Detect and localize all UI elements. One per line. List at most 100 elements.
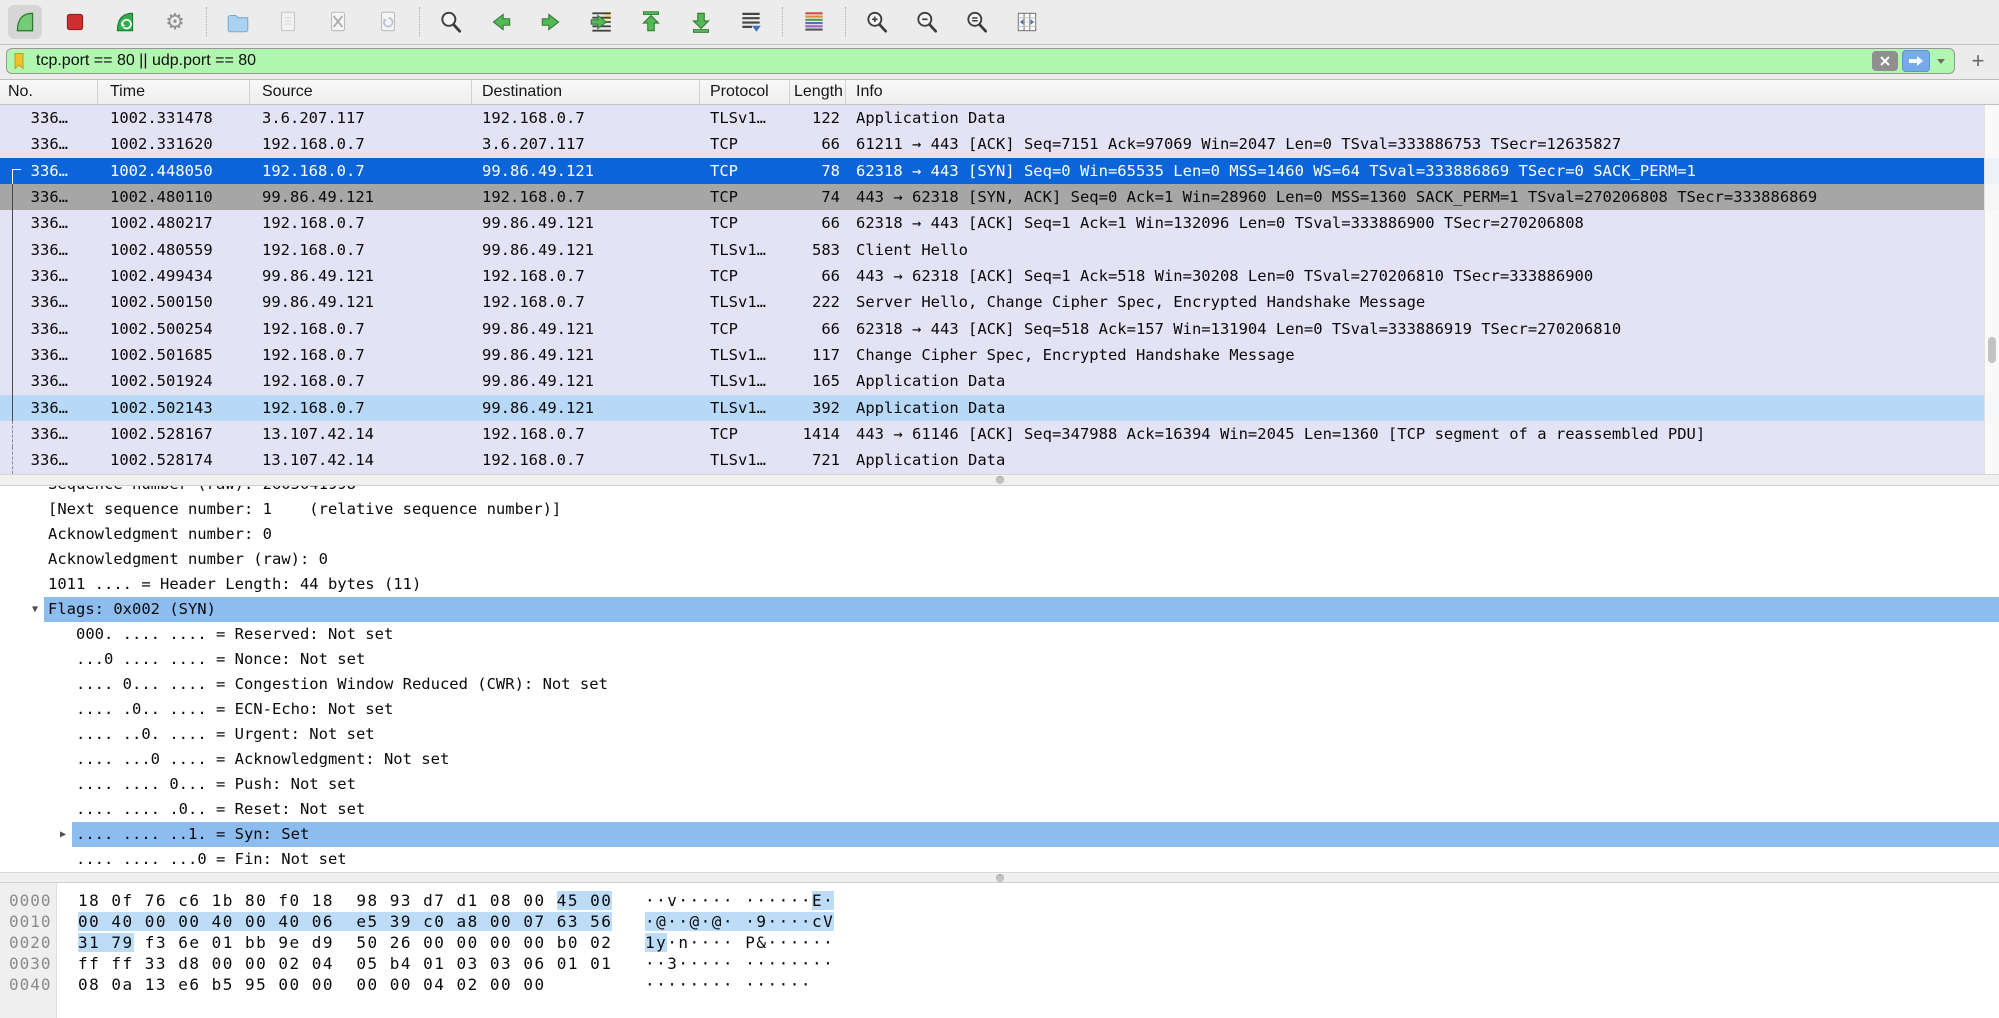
column-header-protocol[interactable]: Protocol	[700, 80, 790, 104]
packet-row[interactable]: 336…1002.480217192.168.0.799.86.49.121TC…	[0, 210, 1999, 236]
bookmark-icon[interactable]	[10, 51, 30, 71]
indent	[0, 622, 54, 647]
hex-row[interactable]: 000018 0f 76 c6 1b 80 f0 18 98 93 d7 d1 …	[0, 890, 1999, 911]
display-filter-input[interactable]	[30, 52, 1868, 70]
capture-options-button[interactable]: ⚙	[158, 5, 192, 39]
open-file-button[interactable]	[221, 5, 255, 39]
colorize-packets-button[interactable]	[797, 5, 831, 39]
packet-list-scrollbar[interactable]	[1984, 105, 1999, 474]
display-filter-bar: +	[0, 45, 1999, 80]
go-last-button[interactable]	[684, 5, 718, 39]
zoom-out-button[interactable]	[910, 5, 944, 39]
detail-text: Acknowledgment number: 0	[44, 522, 1999, 547]
detail-row[interactable]: .... .... .0.. = Reset: Not set	[0, 797, 1999, 822]
packet-cell-source: 192.168.0.7	[250, 210, 472, 236]
hex-row[interactable]: 0030ff ff 33 d8 00 00 02 04 05 b4 01 03 …	[0, 953, 1999, 974]
packet-row[interactable]: 336…1002.331620192.168.0.73.6.207.117TCP…	[0, 131, 1999, 157]
detail-row[interactable]: ▼Flags: 0x002 (SYN)	[0, 597, 1999, 622]
scrollbar-thumb[interactable]	[1988, 337, 1996, 363]
detail-row[interactable]: [Next sequence number: 1 (relative seque…	[0, 497, 1999, 522]
packet-row[interactable]: 336…1002.48011099.86.49.121192.168.0.7TC…	[0, 184, 1999, 210]
detail-row[interactable]: .... .... 0... = Push: Not set	[0, 772, 1999, 797]
conversation-rail	[12, 368, 21, 394]
hex-row[interactable]: 004008 0a 13 e6 b5 95 00 00 00 00 04 02 …	[0, 974, 1999, 995]
packet-row[interactable]: 336…1002.480559192.168.0.799.86.49.121TL…	[0, 237, 1999, 263]
hex-bytes: 00 40 00 00 40 00 40 06 e5 39 c0 a8 00 0…	[78, 911, 612, 932]
column-header-destination[interactable]: Destination	[472, 80, 700, 104]
expander-closed-icon[interactable]: ▶	[54, 822, 72, 847]
packet-row[interactable]: 336…1002.52817413.107.42.14192.168.0.7TL…	[0, 447, 1999, 473]
splitter-list-details[interactable]	[0, 474, 1999, 486]
detail-row[interactable]: .... ...0 .... = Acknowledgment: Not set	[0, 747, 1999, 772]
packet-row[interactable]: 336…1002.501685192.168.0.799.86.49.121TL…	[0, 342, 1999, 368]
dropdown-icon[interactable]	[1932, 51, 1950, 71]
detail-row[interactable]: ...0 .... .... = Nonce: Not set	[0, 647, 1999, 672]
toolbar-group	[797, 5, 831, 39]
apply-filter-icon[interactable]	[1902, 50, 1930, 72]
detail-row[interactable]: Sequence number (raw): 2605041998	[0, 486, 1999, 497]
zoom-100-button[interactable]	[960, 5, 994, 39]
packet-cell-length: 66	[790, 263, 846, 289]
packet-row[interactable]: 336…1002.502143192.168.0.799.86.49.121TL…	[0, 395, 1999, 421]
splitter-dimple	[996, 874, 1004, 882]
detail-text: 000. .... .... = Reserved: Not set	[72, 622, 1999, 647]
column-header-time[interactable]: Time	[98, 80, 250, 104]
display-filter-field[interactable]	[6, 48, 1955, 74]
packet-cell-destination: 99.86.49.121	[472, 395, 700, 421]
hex-row[interactable]: 002031 79 f3 6e 01 bb 9e d9 50 26 00 00 …	[0, 932, 1999, 953]
auto-scroll-button[interactable]	[734, 5, 768, 39]
clear-filter-icon[interactable]	[1872, 51, 1898, 71]
go-to-packet-button[interactable]	[584, 5, 618, 39]
detail-row[interactable]: .... .0.. .... = ECN-Echo: Not set	[0, 697, 1999, 722]
reload-file-button[interactable]	[371, 5, 405, 39]
splitter-details-bytes[interactable]	[0, 872, 1999, 883]
detail-row[interactable]: .... .... ...0 = Fin: Not set	[0, 847, 1999, 872]
detail-row[interactable]: ▶.... .... ..1. = Syn: Set	[0, 822, 1999, 847]
stop-capture-button[interactable]	[58, 5, 92, 39]
expander-open-icon[interactable]: ▼	[26, 597, 44, 622]
packet-row[interactable]: 336…1002.50015099.86.49.121192.168.0.7TL…	[0, 289, 1999, 315]
close-file-button[interactable]	[321, 5, 355, 39]
packet-row[interactable]: 336…1002.501924192.168.0.799.86.49.121TL…	[0, 368, 1999, 394]
packet-cell-destination: 99.86.49.121	[472, 158, 700, 184]
packet-cell-length: 66	[790, 131, 846, 157]
resize-columns-button[interactable]	[1010, 5, 1044, 39]
column-header-info[interactable]: Info	[846, 80, 1999, 104]
packet-cell-protocol: TCP	[700, 421, 790, 447]
find-packet-button[interactable]	[434, 5, 468, 39]
hex-row[interactable]: 001000 40 00 00 40 00 40 06 e5 39 c0 a8 …	[0, 911, 1999, 932]
go-back-button[interactable]	[484, 5, 518, 39]
column-header-source[interactable]: Source	[250, 80, 472, 104]
start-capture-button[interactable]	[8, 5, 42, 39]
save-file-button[interactable]	[271, 5, 305, 39]
restart-capture-button[interactable]	[108, 5, 142, 39]
zoom-in-button[interactable]	[860, 5, 894, 39]
packet-row[interactable]: 336…1002.49943499.86.49.121192.168.0.7TC…	[0, 263, 1999, 289]
packet-row[interactable]: 336…1002.500254192.168.0.799.86.49.121TC…	[0, 316, 1999, 342]
detail-row[interactable]: 1011 .... = Header Length: 44 bytes (11)	[0, 572, 1999, 597]
packet-row[interactable]: 336…1002.448050192.168.0.799.86.49.121TC…	[0, 158, 1999, 184]
packet-row[interactable]: 336…1002.52816713.107.42.14192.168.0.7TC…	[0, 421, 1999, 447]
packet-cell-info: 443 → 62318 [SYN, ACK] Seq=0 Ack=1 Win=2…	[846, 184, 1999, 210]
packet-cell-source: 192.168.0.7	[250, 237, 472, 263]
detail-text: .... .... .0.. = Reset: Not set	[72, 797, 1999, 822]
add-filter-button[interactable]: +	[1965, 49, 1991, 73]
packet-cell-info: Application Data	[846, 368, 1999, 394]
detail-row[interactable]: 000. .... .... = Reserved: Not set	[0, 622, 1999, 647]
detail-row[interactable]: .... 0... .... = Congestion Window Reduc…	[0, 672, 1999, 697]
detail-row[interactable]: Acknowledgment number (raw): 0	[0, 547, 1999, 572]
packet-row[interactable]: 336…1002.3314783.6.207.117192.168.0.7TLS…	[0, 105, 1999, 131]
indent	[0, 672, 54, 697]
packet-details-pane: Sequence number (raw): 2605041998[Next s…	[0, 486, 1999, 872]
detail-row[interactable]: Acknowledgment number: 0	[0, 522, 1999, 547]
hex-ascii: ··v····· ······E·	[645, 890, 834, 911]
go-first-button[interactable]	[634, 5, 668, 39]
column-header-length[interactable]: Length	[790, 80, 846, 104]
hex-bytes: 31 79 f3 6e 01 bb 9e d9 50 26 00 00 00 0…	[78, 932, 612, 953]
packet-cell-source: 192.168.0.7	[250, 158, 472, 184]
column-header-no[interactable]: No.	[0, 80, 98, 104]
packet-cell-time: 1002.448050	[98, 158, 250, 184]
go-forward-button[interactable]	[534, 5, 568, 39]
packet-cell-source: 192.168.0.7	[250, 131, 472, 157]
detail-row[interactable]: .... ..0. .... = Urgent: Not set	[0, 722, 1999, 747]
